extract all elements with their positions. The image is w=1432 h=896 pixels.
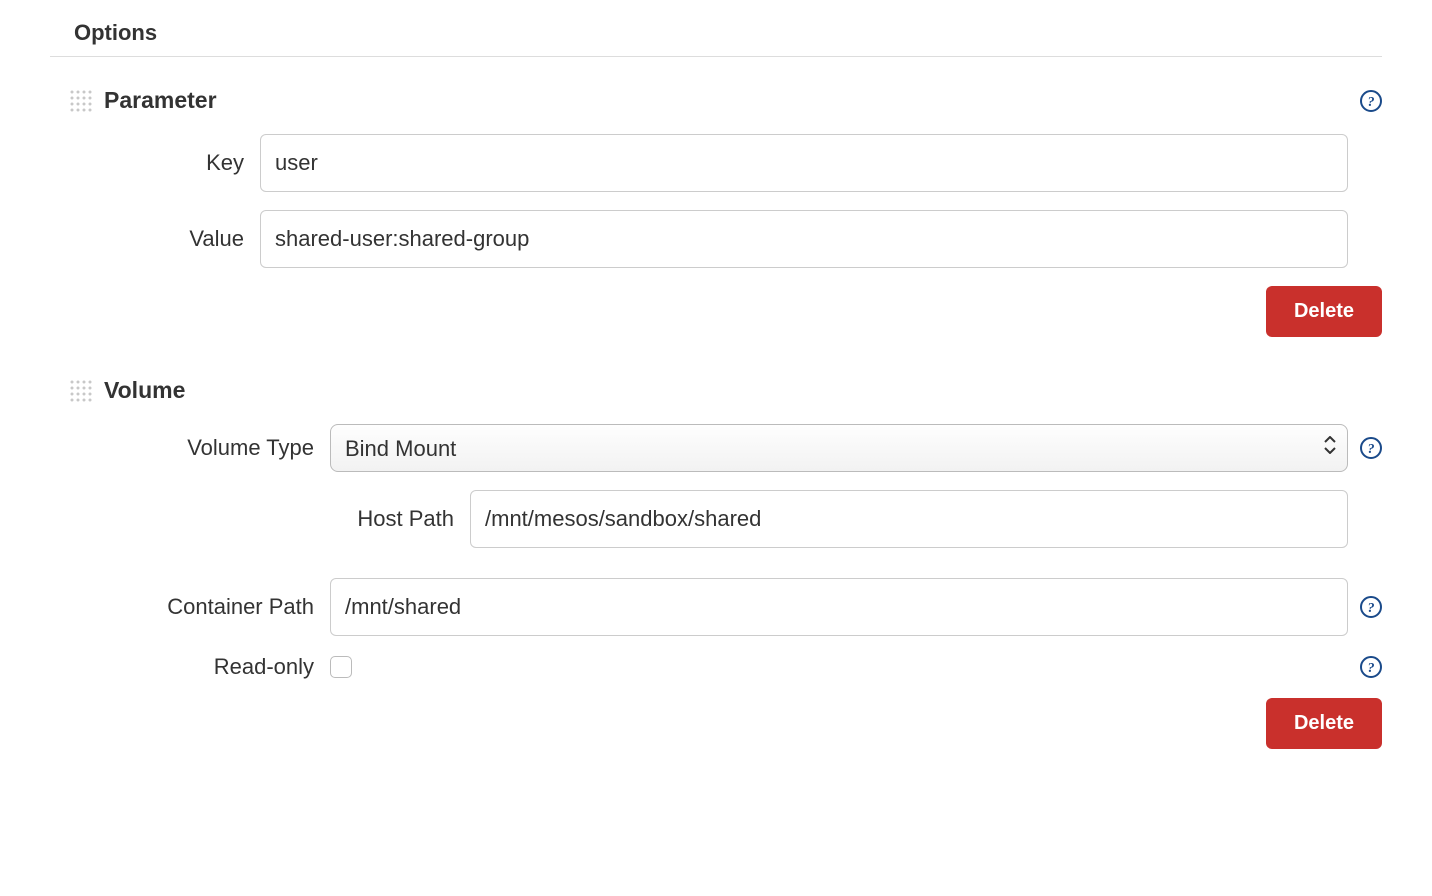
help-icon[interactable]: ? [1360, 596, 1382, 618]
volume-type-select[interactable]: Bind Mount [330, 424, 1348, 472]
readonly-label: Read-only [50, 654, 330, 680]
container-path-input[interactable] [330, 578, 1348, 636]
help-icon[interactable]: ? [1360, 656, 1382, 678]
host-path-input[interactable] [470, 490, 1348, 548]
volume-title: Volume [104, 377, 185, 404]
parameter-key-label: Key [50, 150, 260, 176]
readonly-row: Read-only ? [50, 654, 1382, 680]
parameter-key-row: Key [50, 134, 1382, 192]
options-section-header: Options [50, 20, 1382, 57]
parameter-value-label: Value [50, 226, 260, 252]
parameter-header: Parameter ? [50, 87, 1382, 114]
drag-handle-icon[interactable] [68, 88, 94, 114]
container-path-label: Container Path [50, 594, 330, 620]
volume-header: Volume [50, 377, 1382, 404]
parameter-title: Parameter [104, 87, 217, 114]
volume-block: Volume Volume Type Bind Mount ? Host Pat… [50, 377, 1382, 749]
svg-text:?: ? [1368, 95, 1375, 110]
parameter-value-input[interactable] [260, 210, 1348, 268]
svg-text:?: ? [1368, 442, 1375, 457]
parameter-block: Parameter ? Key Value Delete [50, 87, 1382, 337]
parameter-key-input[interactable] [260, 134, 1348, 192]
host-path-row: Host Path [50, 490, 1382, 548]
container-path-row: Container Path ? [50, 578, 1382, 636]
readonly-checkbox[interactable] [330, 656, 352, 678]
volume-type-label: Volume Type [50, 435, 330, 461]
svg-text:?: ? [1368, 661, 1375, 676]
parameter-value-row: Value [50, 210, 1382, 268]
volume-delete-button[interactable]: Delete [1266, 698, 1382, 749]
parameter-delete-button[interactable]: Delete [1266, 286, 1382, 337]
svg-text:?: ? [1368, 601, 1375, 616]
drag-handle-icon[interactable] [68, 378, 94, 404]
host-path-label: Host Path [50, 506, 470, 532]
help-icon[interactable]: ? [1360, 90, 1382, 112]
volume-type-row: Volume Type Bind Mount ? [50, 424, 1382, 472]
help-icon[interactable]: ? [1360, 437, 1382, 459]
